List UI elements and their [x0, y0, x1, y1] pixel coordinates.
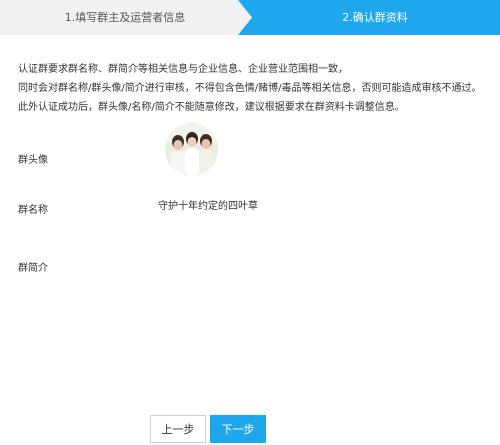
notice-line-2: 同时会对群名称/群头像/简介进行审核，不得包含色情/赌博/毒品等相关信息，否则可…: [18, 83, 482, 94]
next-step-button[interactable]: 下一步: [210, 415, 266, 443]
group-avatar-photo: [165, 123, 218, 176]
notice-line-3: 此外认证成功后，群头像/名称/简介不能随意修改，建议根据要求在群资料卡调整信息。: [18, 102, 405, 113]
intro-label: 群简介: [18, 263, 48, 274]
group-avatar: [165, 123, 218, 176]
name-label: 群名称: [18, 205, 48, 216]
step-progress-bar: 1.填写群主及运营者信息 2.确认群资料: [0, 0, 500, 35]
step-1-tab: 1.填写群主及运营者信息: [0, 0, 250, 35]
verification-notice: 认证群要求群名称、群简介等相关信息与企业信息、企业营业范围相一致， 同时会对群名…: [18, 60, 498, 117]
step-1-label: 1.填写群主及运营者信息: [64, 11, 186, 24]
step-2-label: 2.确认群资料: [342, 11, 408, 24]
step-2-tab-active: 2.确认群资料: [238, 0, 500, 35]
group-name-value: 守护十年约定的四叶草: [158, 201, 258, 212]
notice-line-1: 认证群要求群名称、群简介等相关信息与企业信息、企业营业范围相一致，: [18, 64, 348, 75]
avatar-label: 群头像: [18, 155, 48, 166]
prev-step-button[interactable]: 上一步: [150, 415, 206, 443]
